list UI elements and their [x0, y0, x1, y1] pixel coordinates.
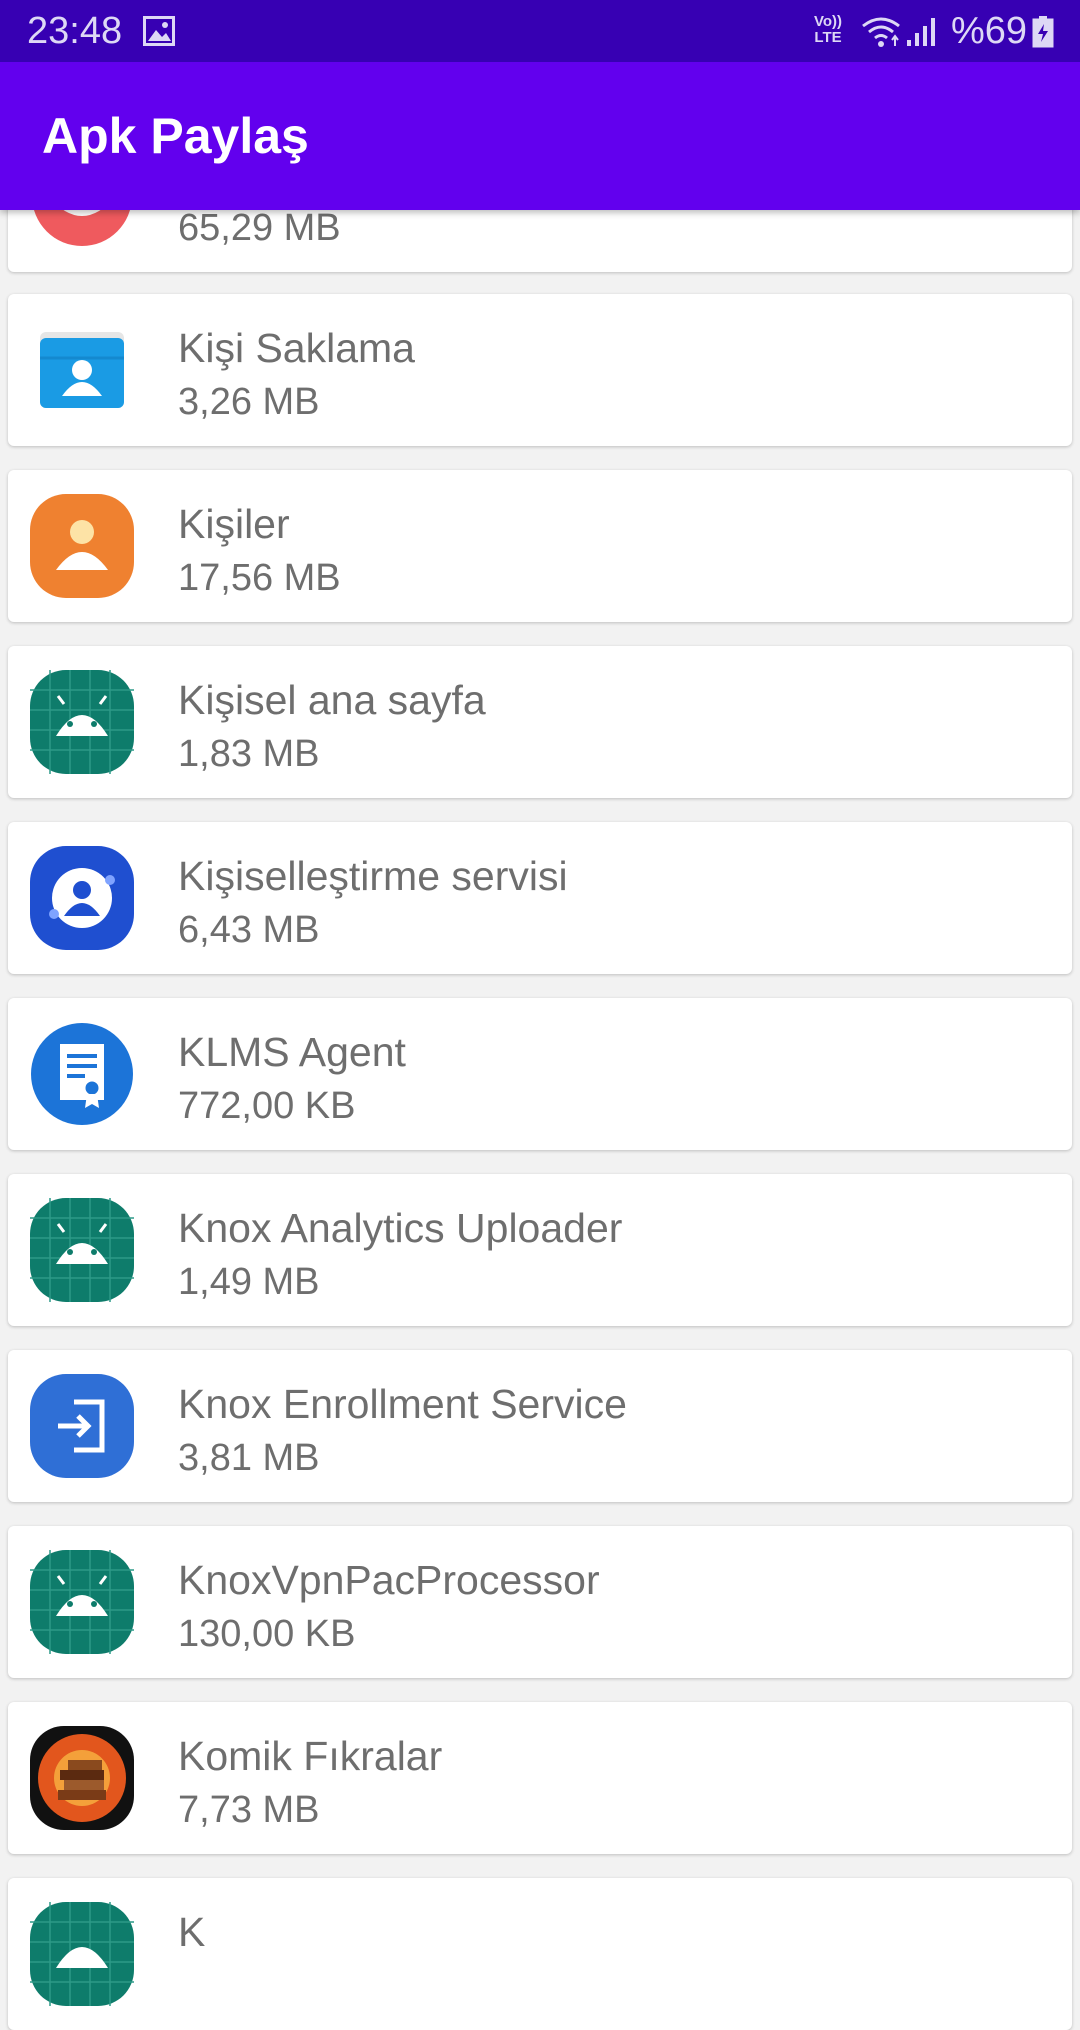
- app-size: 65,29 MB: [178, 207, 341, 249]
- enrollment-icon: [30, 1374, 134, 1478]
- list-item[interactable]: Kişiselleştirme servisi 6,43 MB: [8, 822, 1072, 974]
- app-name: Knox Analytics Uploader: [178, 1205, 623, 1251]
- list-item[interactable]: Kişiler 17,56 MB: [8, 470, 1072, 622]
- app-size: 7,73 MB: [178, 1789, 320, 1831]
- volte-icon: Vo)) LTE: [813, 13, 843, 46]
- list-item[interactable]: Kişi Saklama 3,26 MB: [8, 294, 1072, 446]
- contacts-icon: [30, 494, 134, 598]
- android-icon: [30, 1550, 134, 1654]
- list-item[interactable]: KnoxVpnPacProcessor 130,00 KB: [8, 1526, 1072, 1678]
- books-icon: [30, 1726, 134, 1830]
- app-name: Kişisel ana sayfa: [178, 677, 486, 723]
- app-name: Knox Enrollment Service: [178, 1381, 627, 1427]
- page-title: Apk Paylaş: [42, 108, 309, 164]
- app-size: 3,81 MB: [178, 1437, 320, 1479]
- android-icon: [30, 1902, 134, 2006]
- app-name: Kişiler: [178, 501, 290, 547]
- list-item[interactable]: Komik Fıkralar 7,73 MB: [8, 1702, 1072, 1854]
- wifi-icon: [860, 14, 902, 50]
- app-name: KLMS Agent: [178, 1029, 406, 1075]
- app-size: 1,49 MB: [178, 1261, 320, 1303]
- app-name: Kişiselleştirme servisi: [178, 853, 568, 899]
- list-item[interactable]: KLMS Agent 772,00 KB: [8, 998, 1072, 1150]
- android-icon: [30, 1198, 134, 1302]
- app-list[interactable]: 65,29 MB Kişi Saklama 3,26 MB Kişiler 17…: [0, 0, 1080, 2030]
- app-name: Kişi Saklama: [178, 325, 415, 371]
- battery-percent: %69: [951, 10, 1028, 52]
- list-item[interactable]: K: [8, 1878, 1072, 2030]
- battery-charging-icon: [1032, 16, 1054, 48]
- app-name: K: [178, 1909, 206, 1955]
- app-size: 17,56 MB: [178, 557, 341, 599]
- app-name: Komik Fıkralar: [178, 1733, 443, 1779]
- klms-certificate-icon: [30, 1022, 134, 1126]
- list-item[interactable]: Kişisel ana sayfa 1,83 MB: [8, 646, 1072, 798]
- status-bar: 23:48 Vo)) LTE %69: [0, 0, 1080, 62]
- android-icon: [30, 670, 134, 774]
- list-item[interactable]: Knox Analytics Uploader 1,49 MB: [8, 1174, 1072, 1326]
- app-size: 772,00 KB: [178, 1085, 356, 1127]
- app-size: 6,43 MB: [178, 909, 320, 951]
- status-time: 23:48: [27, 10, 123, 52]
- app-name: KnoxVpnPacProcessor: [178, 1557, 600, 1603]
- contact-storage-icon: [30, 318, 134, 422]
- personalization-icon: [30, 846, 134, 950]
- signal-icon: [905, 14, 939, 50]
- app-size: 1,83 MB: [178, 733, 320, 775]
- app-bar: Apk Paylaş: [0, 62, 1080, 210]
- gallery-icon: [143, 16, 175, 46]
- list-item[interactable]: Knox Enrollment Service 3,81 MB: [8, 1350, 1072, 1502]
- app-size: 130,00 KB: [178, 1613, 356, 1655]
- app-size: 3,26 MB: [178, 381, 320, 423]
